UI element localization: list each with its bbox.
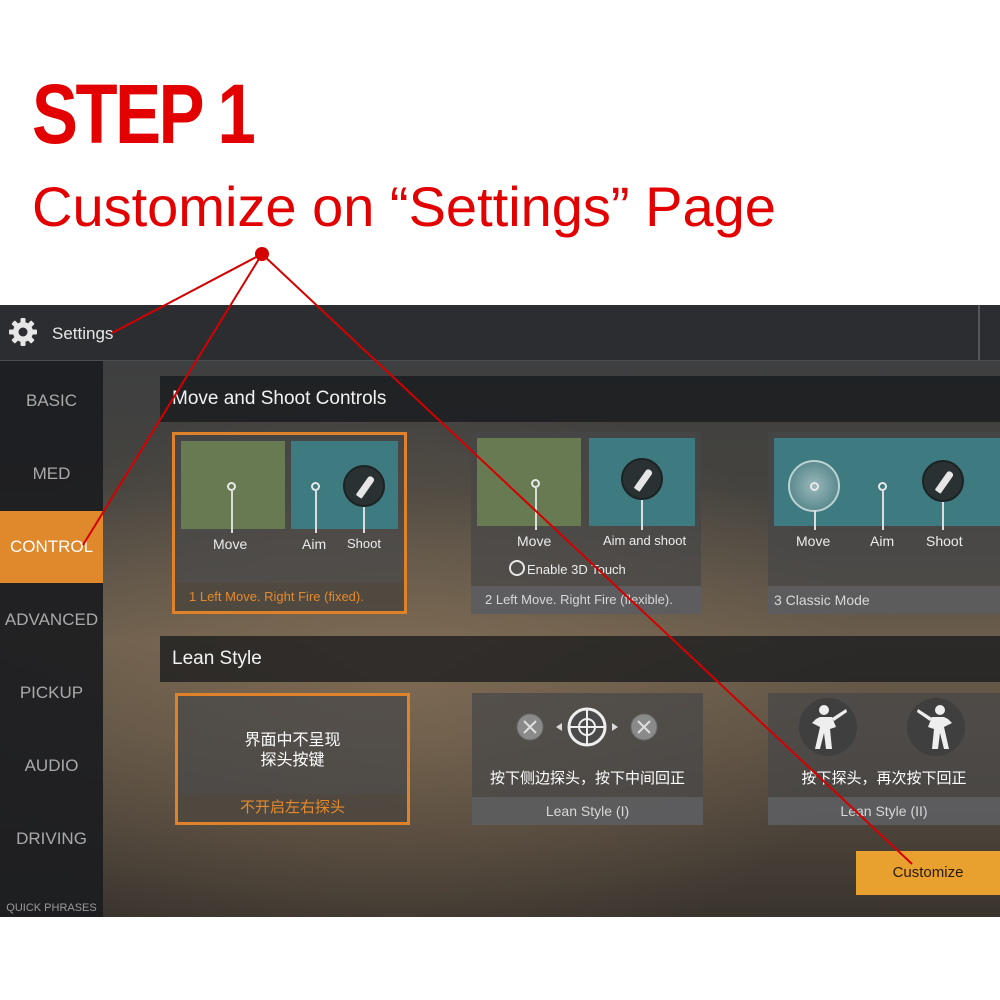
control-option-2-caption: 2 Left Move. Right Fire (flexible). xyxy=(471,586,701,614)
lean-option-none[interactable]: 界面中不呈现 探头按键 不开启左右探头 xyxy=(175,693,410,825)
move-label: Move xyxy=(796,533,831,549)
shoot-label: Shoot xyxy=(926,533,963,549)
lean-style-2-description: 按下探头，再次按下回正 xyxy=(801,770,967,787)
step-title: STEP 1 xyxy=(32,67,256,161)
lean-style-1-description: 按下侧边探头，按下中间回正 xyxy=(489,770,685,787)
control-option-1-caption: 1 Left Move. Right Fire (fixed). xyxy=(175,583,404,611)
shoot-label: Shoot xyxy=(347,536,381,551)
shoot-pointer-line xyxy=(942,502,944,530)
move-zone xyxy=(477,438,581,526)
move-joystick-dot xyxy=(227,482,236,491)
aim-pointer-line xyxy=(882,491,884,530)
aim-label: Aim xyxy=(302,536,327,552)
lean-style-2[interactable]: 按下探头，再次按下回正 Lean Style (II) xyxy=(768,693,1000,825)
customize-button[interactable]: Customize xyxy=(856,851,1000,895)
move-label: Move xyxy=(517,533,552,549)
aim-pointer-line xyxy=(315,491,317,533)
move-joystick-dot xyxy=(810,482,819,491)
gear-icon[interactable] xyxy=(8,317,38,347)
lean-style-2-caption: Lean Style (II) xyxy=(768,797,1000,825)
fire-button-icon xyxy=(343,465,385,507)
enable-3d-touch-label[interactable]: Enable 3D Touch xyxy=(527,562,626,577)
fire-button-icon xyxy=(621,458,663,500)
settings-screen: Settings BASIC MED CONTROL ADVANCED PICK… xyxy=(0,305,1000,917)
control-option-2[interactable]: Move Aim and shoot Enable 3D Touch 2 Lef… xyxy=(471,432,701,614)
lean-option-none-caption: 不开启左右探头 xyxy=(178,794,407,822)
sidebar-item-quick-phrases[interactable]: QUICK PHRASES xyxy=(0,902,103,914)
sidebar-item-pickup[interactable]: PICKUP xyxy=(0,657,103,729)
step-subtitle: Customize on “Settings” Page xyxy=(32,175,776,238)
move-pointer-line xyxy=(231,491,233,533)
aim-label: Aim xyxy=(870,533,895,549)
aim-and-shoot-label: Aim and shoot xyxy=(603,533,687,548)
lean-right-icon xyxy=(907,698,965,756)
aim-dot xyxy=(878,482,887,491)
lean-style-section-title: Lean Style xyxy=(160,636,1000,682)
sidebar-item-basic[interactable]: BASIC xyxy=(0,365,103,437)
move-label: Move xyxy=(213,536,248,552)
aim-dot xyxy=(311,482,320,491)
settings-sidebar: BASIC MED CONTROL ADVANCED PICKUP AUDIO … xyxy=(0,361,103,917)
topbar-divider xyxy=(978,305,980,360)
sidebar-item-med[interactable]: MED xyxy=(0,438,103,510)
lean-style-1-caption: Lean Style (I) xyxy=(472,797,703,825)
settings-top-bar: Settings xyxy=(0,305,1000,361)
sidebar-item-driving[interactable]: DRIVING xyxy=(0,803,103,875)
sidebar-item-advanced[interactable]: ADVANCED xyxy=(0,584,103,656)
settings-title: Settings xyxy=(52,324,114,343)
lean-left-icon xyxy=(799,698,857,756)
control-option-3-caption: 3 Classic Mode xyxy=(768,586,1000,614)
control-option-1[interactable]: Move Aim Shoot 1 Left Move. Right Fire (… xyxy=(172,432,407,614)
move-shoot-section-title: Move and Shoot Controls xyxy=(160,376,1000,422)
control-option-3[interactable]: Move Aim Shoot 3 Classic Mode xyxy=(768,432,1000,614)
shoot-pointer-line xyxy=(641,500,643,530)
move-pointer-line xyxy=(814,510,816,530)
move-pointer-line xyxy=(535,488,537,530)
lean-buttons-icon xyxy=(516,707,658,747)
move-joystick-dot xyxy=(531,479,540,488)
shoot-pointer-line xyxy=(363,507,365,533)
fire-button-icon xyxy=(922,460,964,502)
lean-style-1[interactable]: 按下侧边探头，按下中间回正 Lean Style (I) xyxy=(472,693,703,825)
lean-option-none-line2: 探头按键 xyxy=(260,752,325,769)
radio-icon[interactable] xyxy=(509,560,525,576)
sidebar-item-audio[interactable]: AUDIO xyxy=(0,730,103,802)
sidebar-item-control[interactable]: CONTROL xyxy=(0,511,103,583)
